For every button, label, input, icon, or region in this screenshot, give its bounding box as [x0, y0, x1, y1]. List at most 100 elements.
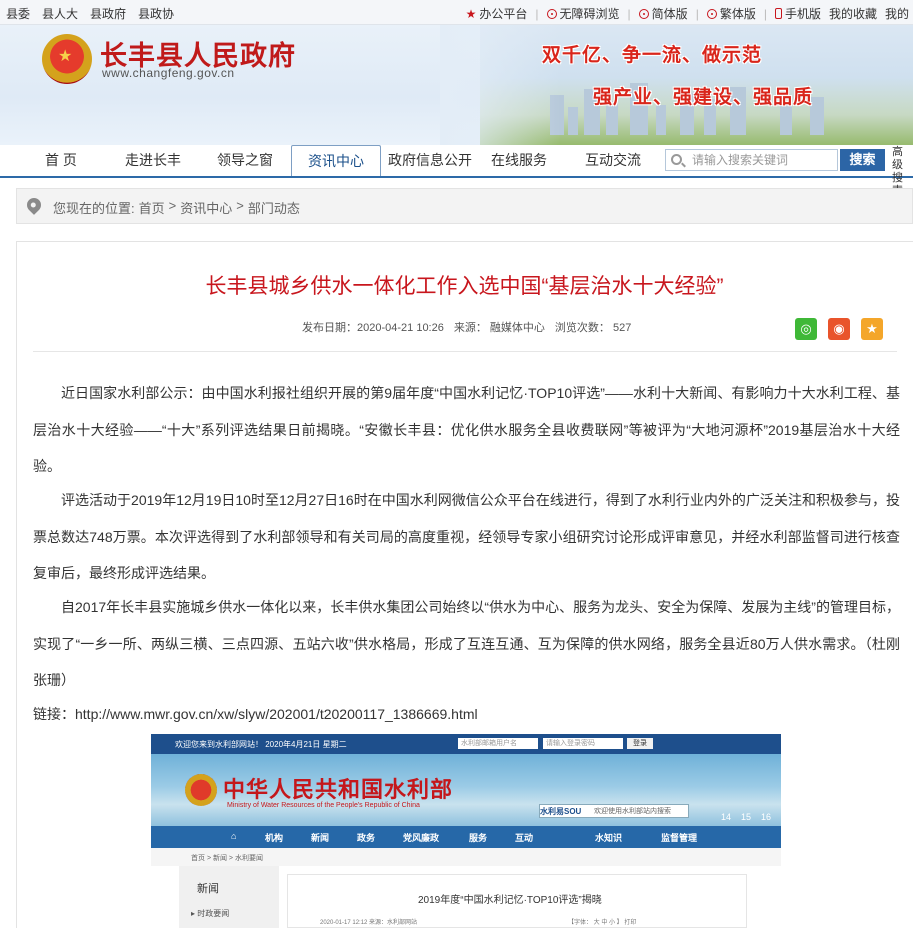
wechat-share-icon[interactable]: ◎ — [795, 318, 817, 340]
top-tools: ★ 办公平台 | 无障碍浏览 | 简体版 | 繁体版 | 手机版 我的收藏 我的 — [466, 5, 909, 22]
image-search-label: 水利易SOU — [540, 807, 582, 816]
image-sidebar-item: ▸ 时政要闻 — [191, 909, 230, 918]
favorite-star-icon[interactable]: ★ — [861, 318, 883, 340]
divider: | — [627, 6, 631, 21]
publish-date: 发布日期：2020-04-21 10:26 — [302, 322, 444, 334]
tab-about[interactable]: 走进长丰 — [114, 145, 192, 176]
article-title: 长丰县城乡供水一体化工作入选中国“基层治水十大经验” — [205, 275, 724, 298]
building — [656, 105, 666, 135]
traditional-link[interactable]: 繁体版 — [706, 5, 756, 22]
image-nav-item: 互动 — [515, 833, 534, 843]
office-platform-label: 办公平台 — [479, 7, 528, 21]
feedback-link[interactable]: 我的 — [885, 5, 909, 22]
divider: | — [535, 6, 539, 21]
image-emblem-icon — [185, 774, 217, 806]
nav-underline — [0, 176, 913, 178]
search-icon — [671, 154, 682, 165]
link-county-committee[interactable]: 县委 — [6, 5, 30, 22]
tab-online-service[interactable]: 在线服务 — [484, 145, 554, 176]
image-sidebar-title: 新闻 — [197, 883, 219, 895]
image-password-field: 请输入登录密码 — [543, 738, 623, 749]
slogan-line-2: 强产业、强建设、强品质 — [593, 86, 814, 108]
image-nav-item: 监督管理 — [661, 833, 698, 843]
traditional-label: 繁体版 — [719, 7, 756, 21]
simplified-link[interactable]: 简体版 — [638, 5, 688, 22]
image-breadcrumb: 首页 > 新闻 > 水利要闻 — [151, 848, 781, 866]
image-nav-item: 党风廉政 — [403, 833, 440, 843]
breadcrumb-news-center[interactable]: 资讯中心 — [180, 198, 232, 217]
tab-news-center[interactable]: 资讯中心 — [291, 145, 381, 176]
image-ministry-name: 中华人民共和国水利部 — [223, 777, 454, 803]
article-source: 来源： 融媒体中心 — [453, 322, 545, 334]
image-nav: ⌂ 机构 新闻 政务 党风廉政 服务 互动 水知识 监督管理 — [151, 826, 781, 848]
image-login-button: 登录 — [627, 738, 653, 749]
accessible-label: 无障碍浏览 — [559, 7, 620, 21]
tab-info-disclosure[interactable]: 政府信息公开 — [384, 145, 476, 176]
office-platform-link[interactable]: ★ 办公平台 — [466, 5, 528, 22]
article-paragraph: 近日国家水利部公示：由中国水利报社组织开展的第9届年度“中国水利记忆·TOP10… — [33, 385, 900, 474]
traditional-icon — [706, 8, 717, 19]
calendar-day: 15 — [741, 812, 752, 822]
divider: | — [695, 6, 699, 21]
favorites-link[interactable]: 我的收藏 — [829, 5, 877, 22]
tab-interaction[interactable]: 互动交流 — [578, 145, 648, 176]
tab-leaders[interactable]: 领导之窗 — [206, 145, 284, 176]
breadcrumb: 您现在的位置: 首页 > 资讯中心 > 部门动态 — [16, 188, 913, 224]
image-nav-item: 机构 — [265, 833, 284, 843]
building — [780, 105, 792, 135]
breadcrumb-sep: > — [236, 198, 244, 213]
image-article-body: 2019年度“中国水利记忆·TOP10评选”揭晓 2020-01-17 12:1… — [287, 874, 747, 928]
image-article-font-tools: 【字体： 大 中 小 】 打印 — [568, 920, 637, 926]
image-ministry-name-en: Ministry of Water Resources of the Peopl… — [227, 802, 420, 809]
source-link[interactable]: 链接：http://www.mwr.gov.cn/xw/slyw/202001/… — [33, 704, 478, 724]
image-article-meta: 2020-01-17 12:12 来源：水利部网站 — [320, 920, 418, 926]
star-icon: ★ — [465, 6, 477, 21]
image-article-title: 2019年度“中国水利记忆·TOP10评选”揭晓 — [418, 895, 602, 906]
calendar-day: 16 — [761, 812, 772, 822]
breadcrumb-home[interactable]: 首页 — [139, 198, 165, 217]
site-domain: www.changfeng.gov.cn — [102, 66, 235, 80]
search-button[interactable]: 搜索 — [840, 149, 885, 171]
image-home-icon: ⌂ — [231, 831, 237, 841]
image-breadcrumb-text: 首页 > 新闻 > 水利要闻 — [191, 855, 263, 862]
search-input[interactable]: 请输入搜索关键词 — [665, 149, 838, 171]
image-welcome-text: 欢迎您来到水利部网站！ 2020年4月21日 星期二 — [175, 740, 347, 749]
tab-home[interactable]: 首 页 — [30, 145, 92, 176]
image-sidebar: 新闻 ▸ 时政要闻 — [179, 866, 279, 928]
location-pin-icon — [24, 195, 44, 215]
top-bar: 县委 县人大 县政府 县政协 ★ 办公平台 | 无障碍浏览 | 简体版 | 繁体… — [0, 0, 913, 25]
breadcrumb-text: 您现在的位置: 首页 > 资讯中心 > 部门动态 — [53, 198, 300, 217]
breadcrumb-prefix: 您现在的位置: — [53, 201, 135, 216]
view-count: 浏览次数： 527 — [554, 322, 632, 334]
image-nav-item: 水知识 — [595, 833, 623, 843]
slogan-line-1: 双千亿、争一流、做示范 — [542, 44, 763, 66]
building — [568, 107, 578, 135]
image-top-bar: 欢迎您来到水利部网站！ 2020年4月21日 星期二 水利部邮箱用户名 请输入登… — [151, 734, 781, 754]
breadcrumb-dept-news[interactable]: 部门动态 — [248, 198, 300, 217]
phone-icon — [774, 8, 782, 19]
image-nav-item: 政务 — [357, 833, 376, 843]
weibo-share-icon[interactable]: ◉ — [828, 318, 850, 340]
article-meta: 发布日期：2020-04-21 10:26 来源： 融媒体中心 浏览次数： 52… — [302, 319, 631, 335]
national-emblem-icon — [42, 34, 92, 84]
mobile-link[interactable]: 手机版 — [774, 5, 821, 22]
image-nav-item: 新闻 — [311, 833, 330, 843]
article-paragraph: 自2017年长丰县实施城乡供水一体化以来，长丰供水集团公司始终以“供水为中心、服… — [33, 599, 900, 688]
image-nav-item: 服务 — [469, 833, 488, 843]
simplified-label: 简体版 — [651, 7, 688, 21]
calendar-day: 14 — [721, 812, 732, 822]
divider: | — [763, 6, 767, 21]
breadcrumb-sep: > — [168, 198, 177, 213]
link-county-government[interactable]: 县政府 — [90, 5, 126, 22]
article-paragraph: 评选活动于2019年12月19日10时至12月27日16时在中国水利网微信公众平… — [33, 492, 900, 581]
accessibility-icon — [546, 8, 557, 19]
mobile-label: 手机版 — [784, 7, 821, 21]
simplified-icon — [638, 8, 649, 19]
link-county-congress[interactable]: 县人大 — [42, 5, 78, 22]
meta-divider — [33, 351, 897, 352]
article-image: 欢迎您来到水利部网站！ 2020年4月21日 星期二 水利部邮箱用户名 请输入登… — [151, 734, 781, 928]
image-user-field: 水利部邮箱用户名 — [458, 738, 538, 749]
top-links: 县委 县人大 县政府 县政协 — [6, 5, 174, 22]
link-county-cppcc[interactable]: 县政协 — [138, 5, 174, 22]
accessible-link[interactable]: 无障碍浏览 — [546, 5, 620, 22]
